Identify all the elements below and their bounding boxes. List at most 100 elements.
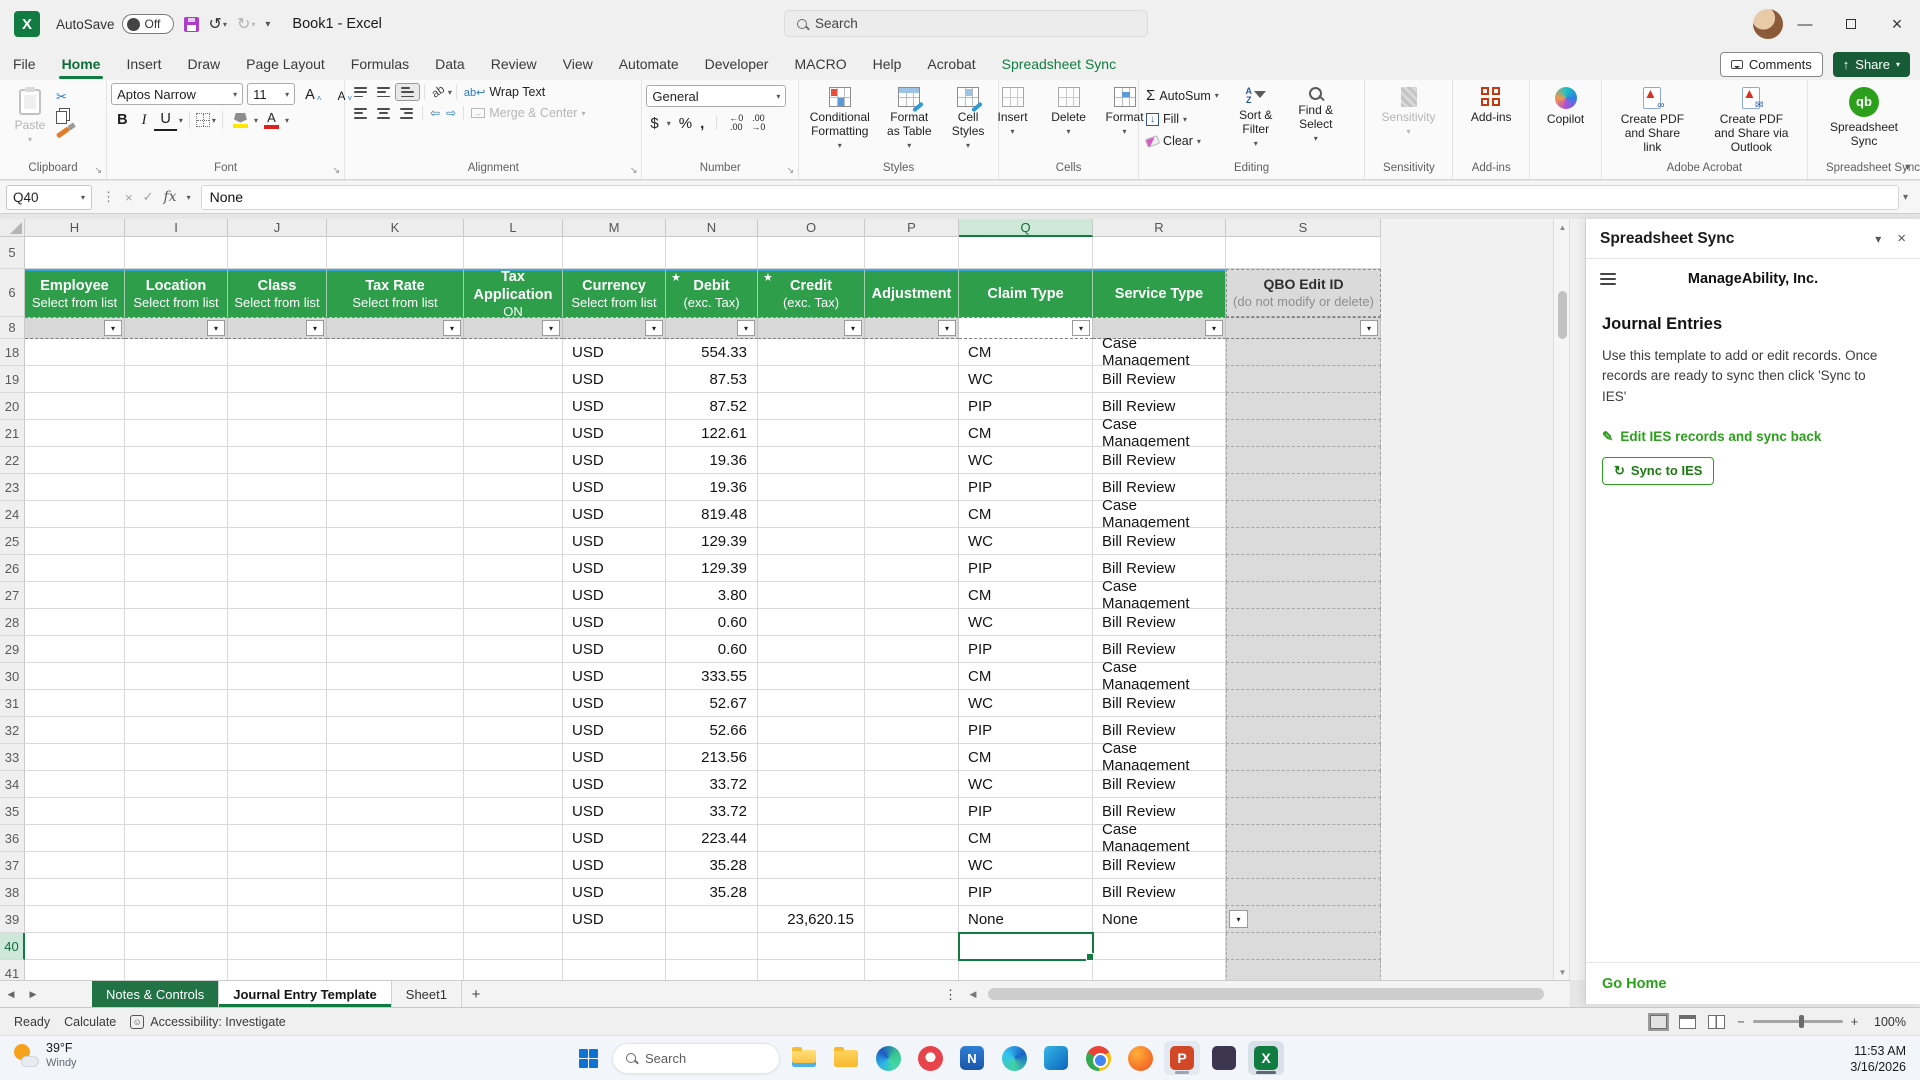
pane-close-icon[interactable]: × [1897, 230, 1906, 247]
qbo-edit-id-cell[interactable]: ▾ [1226, 906, 1381, 933]
underline-options[interactable]: ▾ [179, 116, 183, 125]
ribbon-tab-acrobat[interactable]: Acrobat [914, 48, 988, 80]
row-number[interactable]: 20 [0, 393, 25, 420]
delete-cells-button[interactable]: Delete▾ [1043, 83, 1095, 141]
grid-cell[interactable]: USD [563, 798, 666, 825]
grid-cell[interactable] [228, 393, 327, 420]
grid-cell[interactable]: WC [959, 852, 1093, 879]
grid-cell[interactable]: USD [563, 690, 666, 717]
grid-cell[interactable] [25, 393, 125, 420]
grid-cell[interactable] [327, 906, 464, 933]
select-all-corner[interactable] [0, 219, 25, 237]
grid-cell[interactable] [327, 663, 464, 690]
row-number[interactable]: 38 [0, 879, 25, 906]
font-color-options[interactable]: ▾ [285, 116, 289, 125]
grid-cell[interactable] [464, 555, 563, 582]
filter-dropdown-icon[interactable]: ▾ [1205, 320, 1223, 336]
row-number[interactable]: 28 [0, 609, 25, 636]
app-dark-icon[interactable] [1206, 1041, 1242, 1075]
sheet-tab-notes-controls[interactable]: Notes & Controls [92, 981, 219, 1007]
edit-ies-link[interactable]: ✎Edit IES records and sync back [1602, 429, 1904, 445]
qbo-edit-id-cell[interactable] [1226, 690, 1381, 717]
grid-cell[interactable] [228, 690, 327, 717]
filter-cell-Q[interactable]: ▾ [959, 317, 1093, 339]
file-explorer-icon[interactable] [786, 1041, 822, 1075]
grid-cell[interactable] [464, 582, 563, 609]
normal-view-icon[interactable] [1650, 1015, 1667, 1029]
formula-input[interactable]: None [201, 185, 1899, 210]
grid-cell[interactable] [125, 960, 228, 980]
row-number[interactable]: 21 [0, 420, 25, 447]
grid-cell[interactable]: USD [563, 879, 666, 906]
grid-cell[interactable] [327, 933, 464, 960]
grid-cell[interactable]: USD [563, 420, 666, 447]
grid-cell[interactable] [758, 609, 865, 636]
grid-cell[interactable] [959, 933, 1093, 960]
grid-cell[interactable] [865, 366, 959, 393]
grid-cell[interactable]: WC [959, 771, 1093, 798]
percent-style-icon[interactable]: % [679, 115, 692, 132]
start-button[interactable] [570, 1041, 606, 1075]
grid-cell[interactable]: USD [563, 825, 666, 852]
grid-cell[interactable] [125, 528, 228, 555]
grid-cell[interactable]: 52.67 [666, 690, 758, 717]
grid-cell[interactable] [865, 636, 959, 663]
qbo-edit-id-cell[interactable] [1226, 555, 1381, 582]
grid-cell[interactable]: WC [959, 609, 1093, 636]
taskbar-search-input[interactable]: Search [612, 1043, 780, 1074]
accounting-format-icon[interactable]: $ [650, 115, 658, 132]
sync-to-ies-button[interactable]: ↻Sync to IES [1602, 457, 1714, 485]
grid-cell[interactable] [25, 474, 125, 501]
grid-cell[interactable] [758, 339, 865, 366]
grid-cell[interactable] [758, 744, 865, 771]
grid-cell[interactable] [25, 555, 125, 582]
filter-cell-H[interactable]: ▾ [25, 317, 125, 339]
grid-cell[interactable] [865, 717, 959, 744]
decrease-indent-icon[interactable]: ⇦ [427, 104, 443, 122]
grid-cell[interactable] [758, 393, 865, 420]
grid-cell[interactable] [228, 960, 327, 980]
grid-cell[interactable] [228, 825, 327, 852]
filter-dropdown-icon[interactable]: ▾ [645, 320, 663, 336]
grid-cell[interactable] [327, 366, 464, 393]
grid-cell[interactable] [758, 933, 865, 960]
grid-cell[interactable]: 819.48 [666, 501, 758, 528]
grid-cell[interactable] [464, 663, 563, 690]
grid-cell[interactable] [125, 744, 228, 771]
grid-cell[interactable]: PIP [959, 555, 1093, 582]
grid-cell[interactable] [865, 690, 959, 717]
grid-cell[interactable] [464, 717, 563, 744]
grid-cell[interactable]: WC [959, 690, 1093, 717]
close-button[interactable]: × [1874, 0, 1920, 48]
grid-cell[interactable] [464, 744, 563, 771]
grid-cell[interactable] [125, 237, 228, 269]
grid-cell[interactable] [25, 501, 125, 528]
grid-cell[interactable] [865, 933, 959, 960]
grid-cell[interactable] [327, 582, 464, 609]
template-header-P[interactable]: Adjustment [865, 269, 959, 317]
grid-cell[interactable] [464, 393, 563, 420]
grid-cell[interactable] [125, 339, 228, 366]
grid-cell[interactable]: 35.28 [666, 852, 758, 879]
taskbar-clock[interactable]: 11:53 AM 3/16/2026 [1850, 1043, 1906, 1076]
grid-cell[interactable] [228, 609, 327, 636]
grid-cell[interactable]: USD [563, 852, 666, 879]
grid-cell[interactable] [228, 582, 327, 609]
column-header-S[interactable]: S [1226, 219, 1381, 237]
grid-cell[interactable]: CM [959, 825, 1093, 852]
undo-button[interactable]: ↺▾ [209, 14, 227, 34]
grid-cell[interactable]: Bill Review [1093, 690, 1226, 717]
add-sheet-button[interactable]: + [462, 981, 490, 1007]
sensitivity-button[interactable]: Sensitivity▾ [1377, 83, 1441, 141]
grid-cell[interactable] [125, 798, 228, 825]
grid-cell[interactable] [25, 879, 125, 906]
ribbon-tab-view[interactable]: View [550, 48, 606, 80]
grid-cell[interactable]: 87.52 [666, 393, 758, 420]
grid-cell[interactable] [865, 339, 959, 366]
addins-button[interactable]: Add-ins [1465, 83, 1517, 128]
row-number[interactable]: 34 [0, 771, 25, 798]
grid-cell[interactable] [228, 906, 327, 933]
user-avatar[interactable] [1753, 9, 1783, 39]
grid-cell[interactable] [865, 582, 959, 609]
grid-cell[interactable] [25, 609, 125, 636]
